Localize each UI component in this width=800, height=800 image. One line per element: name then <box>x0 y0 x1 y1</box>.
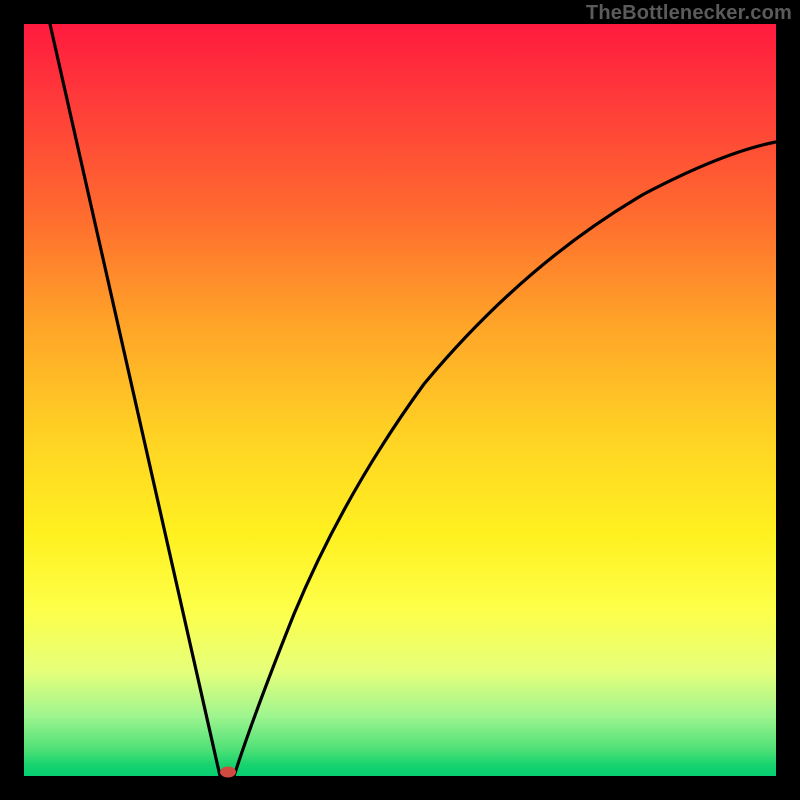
curve-left-branch <box>50 24 220 776</box>
chart-frame: TheBottlenecker.com <box>0 0 800 800</box>
bottleneck-curve <box>24 24 776 776</box>
optimal-point-marker <box>220 767 236 778</box>
curve-right-branch <box>234 142 776 776</box>
plot-area <box>24 24 776 776</box>
watermark-text: TheBottlenecker.com <box>586 2 792 25</box>
